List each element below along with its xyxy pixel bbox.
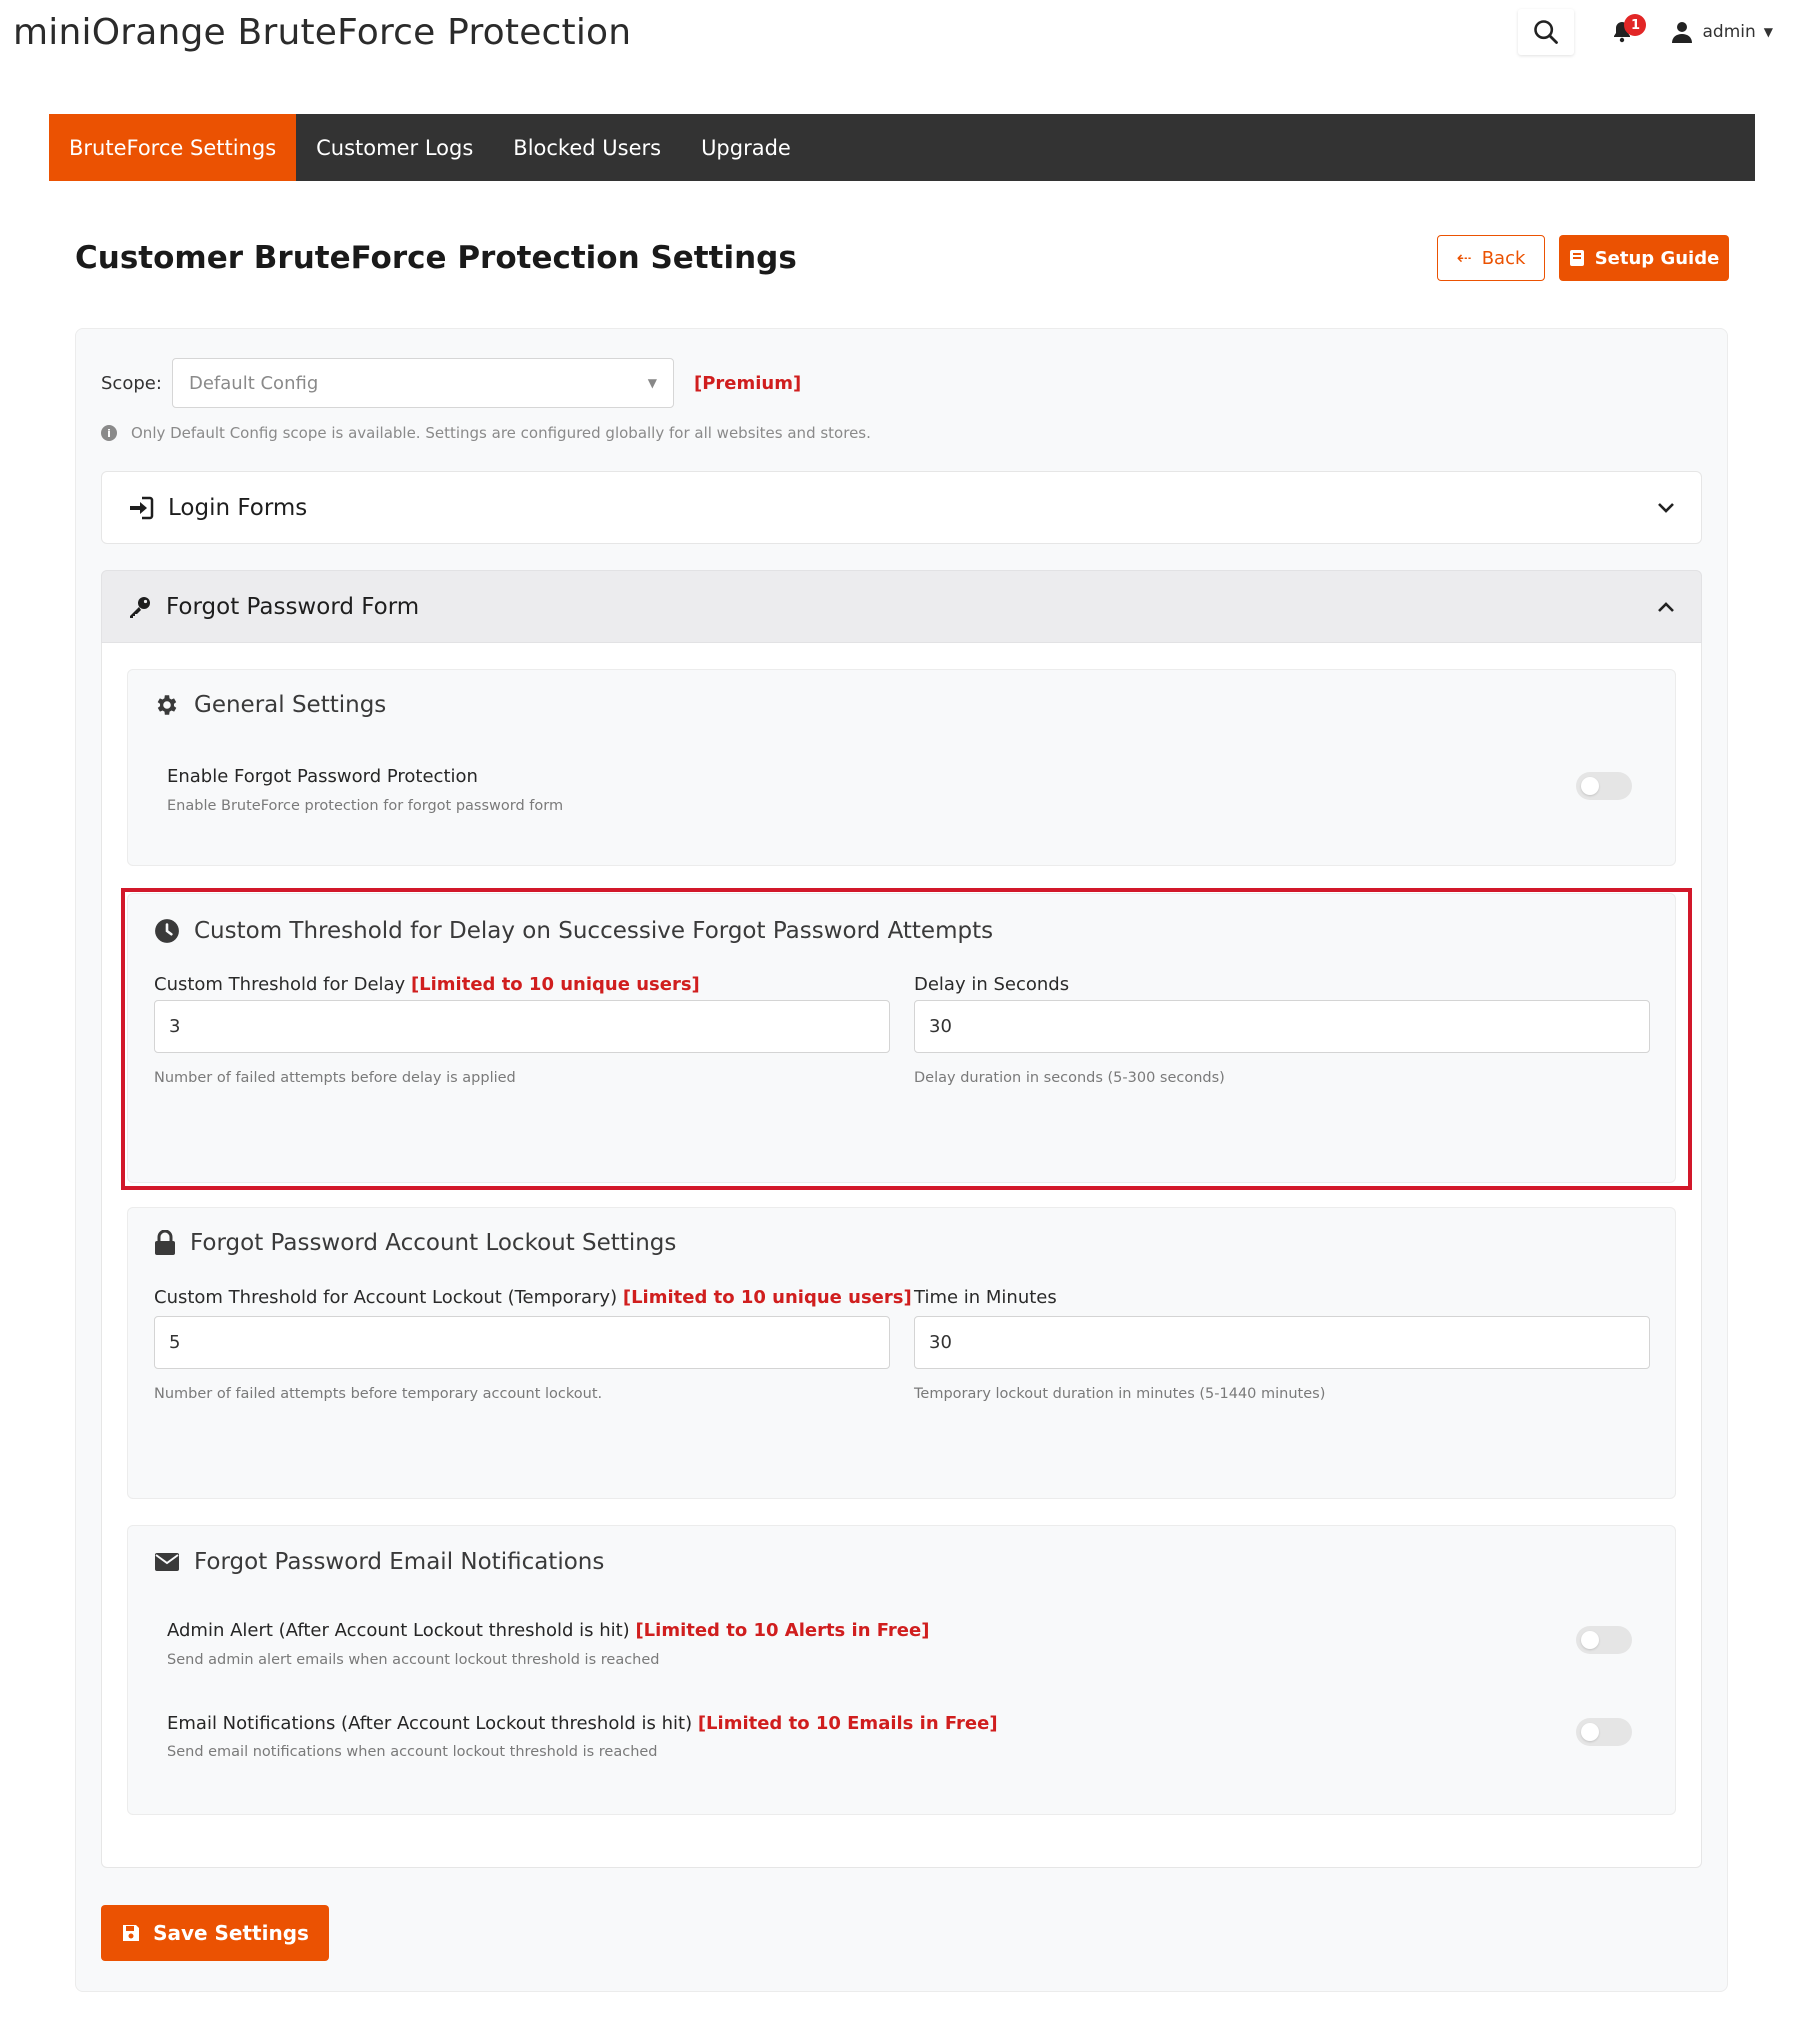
back-label: Back [1481,247,1526,269]
general-settings-heading: General Settings [154,692,386,718]
nav-item-upgrade[interactable]: Upgrade [681,114,811,181]
main-nav: BruteForce Settings Customer Logs Blocke… [49,114,1755,181]
email-heading: Forgot Password Email Notifications [154,1549,604,1575]
book-icon [1569,250,1584,266]
setup-guide-button[interactable]: Setup Guide [1559,235,1729,281]
email-notifications-section: Forgot Password Email Notifications Admi… [127,1525,1676,1815]
arrow-left-icon: ⇠ [1456,247,1472,269]
nav-item-customer-logs[interactable]: Customer Logs [296,114,493,181]
scope-value: Default Config [189,372,319,394]
user-icon [1672,22,1693,43]
scope-note-text: Only Default Config scope is available. … [131,424,871,442]
email-notifications-limit: [Limited to 10 Emails in Free] [697,1713,998,1734]
lockout-threshold-input[interactable]: 5 [154,1316,890,1369]
lockout-threshold-label-text: Custom Threshold for Account Lockout (Te… [154,1287,618,1308]
envelope-icon [155,1553,179,1571]
page-title: Customer BruteForce Protection Settings [75,240,797,276]
save-icon [123,1925,140,1941]
lockout-minutes-help: Temporary lockout duration in minutes (5… [914,1386,1326,1402]
notification-badge: 1 [1624,14,1647,36]
general-settings-title: General Settings [194,692,387,718]
lockout-threshold-label: Custom Threshold for Account Lockout (Te… [154,1287,912,1308]
lockout-heading: Forgot Password Account Lockout Settings [154,1230,676,1256]
save-settings-button[interactable]: Save Settings [101,1905,329,1961]
highlight-box [121,888,1692,1190]
accordion-login-forms[interactable]: Login Forms [101,471,1702,544]
enable-forgot-protection-label: Enable Forgot Password Protection [167,766,478,787]
enable-forgot-protection-help: Enable BruteForce protection for forgot … [167,798,564,814]
header-actions: 1 admin ▼ [1518,6,1773,58]
notifications-button[interactable]: 1 [1602,12,1647,52]
lockout-threshold-limit: [Limited to 10 unique users] [622,1287,912,1308]
email-notifications-help: Send email notifications when account lo… [167,1744,658,1760]
scope-note: i Only Default Config scope is available… [101,424,871,442]
lockout-title: Forgot Password Account Lockout Settings [190,1230,677,1256]
accordion-login-title: Login Forms [168,494,308,521]
enable-forgot-protection-toggle[interactable] [1576,772,1632,800]
search-button[interactable] [1518,9,1575,55]
app-title: miniOrange BruteForce Protection [13,12,632,53]
caret-down-icon: ▼ [647,376,657,390]
accordion-forgot-title: Forgot Password Form [166,593,420,620]
email-notifications-toggle[interactable] [1576,1718,1632,1746]
sign-in-icon [130,496,154,519]
user-menu[interactable]: admin ▼ [1670,20,1773,44]
lockout-minutes-label: Time in Minutes [914,1287,1057,1308]
general-settings-section: General Settings Enable Forgot Password … [127,669,1676,866]
nav-item-blocked-users[interactable]: Blocked Users [493,114,681,181]
admin-alert-label-text: Admin Alert (After Account Lockout thres… [167,1620,630,1641]
admin-alert-label: Admin Alert (After Account Lockout thres… [167,1620,929,1641]
admin-alert-help: Send admin alert emails when account loc… [167,1652,660,1668]
email-notifications-label: Email Notifications (After Account Locko… [167,1713,998,1734]
save-settings-label: Save Settings [153,1921,309,1945]
key-icon [130,596,150,618]
caret-down-icon: ▼ [1763,25,1773,39]
lockout-section: Forgot Password Account Lockout Settings… [127,1207,1676,1499]
lock-icon [155,1230,175,1255]
admin-alert-limit: [Limited to 10 Alerts in Free] [635,1620,930,1641]
gear-icon [157,695,177,715]
admin-alert-toggle[interactable] [1576,1626,1632,1654]
back-button[interactable]: ⇠ Back [1437,235,1545,281]
accordion-forgot-password[interactable]: Forgot Password Form [101,570,1702,643]
email-notifications-label-text: Email Notifications (After Account Locko… [167,1713,693,1734]
search-icon [1534,20,1559,44]
chevron-up-icon [1658,601,1674,612]
setup-guide-label: Setup Guide [1594,247,1720,269]
scope-label: Scope: [101,373,162,394]
premium-tag: [Premium] [694,373,802,394]
scope-select[interactable]: Default Config ▼ [172,358,674,408]
user-name: admin [1702,22,1756,42]
chevron-down-icon [1658,502,1674,513]
lockout-minutes-input[interactable]: 30 [914,1316,1650,1369]
email-title: Forgot Password Email Notifications [194,1549,605,1575]
lockout-threshold-help: Number of failed attempts before tempora… [154,1386,603,1402]
info-icon: i [101,425,117,441]
nav-item-bruteforce-settings[interactable]: BruteForce Settings [49,114,297,181]
